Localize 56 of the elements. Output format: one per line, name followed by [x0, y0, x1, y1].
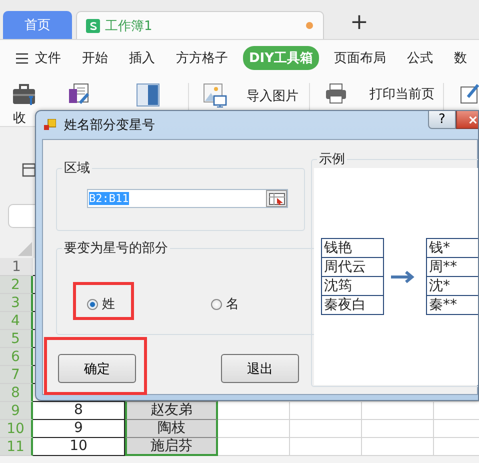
table-cell: 钱艳: [322, 239, 383, 258]
menu-icon[interactable]: [16, 52, 28, 64]
group-label: 示例: [318, 151, 346, 168]
tab-label: 工作簿1: [105, 18, 152, 34]
table-cell: 钱*: [427, 239, 478, 258]
range-picker-button[interactable]: [266, 190, 287, 207]
pen-icon[interactable]: [460, 83, 479, 105]
group-label: 要变为星号的部分: [63, 240, 169, 257]
table-cell: 赵友弟: [125, 402, 218, 420]
table-cell: [218, 420, 290, 438]
sheet-icon[interactable]: [22, 163, 36, 177]
table-cell-text: 秦夜白: [323, 296, 367, 314]
toolbar-button[interactable]: 导入图片: [246, 86, 299, 104]
menu-item[interactable]: 数: [454, 47, 468, 69]
tab-label: 首页: [24, 17, 50, 34]
table-cell: [218, 438, 290, 456]
radio-option[interactable]: 姓: [87, 295, 115, 313]
close-icon[interactable]: [469, 116, 477, 124]
menu-item[interactable]: 页面布局: [334, 47, 386, 69]
table-cell: 周**: [427, 258, 478, 277]
table-cell: [290, 402, 362, 420]
table-cell: 周代云: [322, 258, 383, 277]
table-cell: 沈*: [427, 277, 478, 296]
row-header[interactable]: 1: [0, 258, 33, 276]
menu-item[interactable]: 公式: [407, 47, 434, 69]
printer-icon[interactable]: [325, 83, 348, 104]
menu-item[interactable]: 插入: [129, 47, 155, 69]
table-cell: [218, 402, 290, 420]
table-cell: [290, 420, 362, 438]
briefcase-icon[interactable]: [12, 83, 36, 106]
help-button[interactable]: ?: [428, 111, 456, 129]
table-cell: [362, 420, 434, 438]
dialog-button[interactable]: 退出: [221, 354, 299, 383]
dialog-button[interactable]: 确定: [58, 354, 136, 383]
menu-item[interactable]: 文件: [35, 47, 61, 69]
toolbar-button[interactable]: 打印当前页: [369, 84, 434, 102]
menu-item[interactable]: 方方格子: [176, 47, 228, 69]
group-label: 区域: [63, 160, 91, 177]
menu-item[interactable]: 开始: [82, 47, 108, 69]
image-icon[interactable]: [202, 83, 227, 108]
new-tab-button[interactable]: +: [346, 11, 372, 35]
sheet-icon: [86, 18, 100, 32]
app-icon: [44, 119, 56, 131]
table-cell: [290, 438, 362, 456]
table-cell: [362, 438, 434, 456]
table-cell: [362, 402, 434, 420]
table-cell: 施启芬: [125, 438, 218, 456]
table-cell: 陶枝: [125, 420, 218, 438]
table-cell-text: 秦**: [428, 296, 458, 314]
radio-option[interactable]: 名: [211, 295, 239, 313]
dialog-title: 姓名部分变星号: [64, 117, 155, 134]
document-icon[interactable]: [68, 83, 90, 105]
table-cell: 沈筠: [322, 277, 383, 296]
toolbar-button[interactable]: 收: [13, 109, 26, 126]
panel-icon[interactable]: [136, 83, 160, 107]
close-button[interactable]: [456, 111, 478, 129]
